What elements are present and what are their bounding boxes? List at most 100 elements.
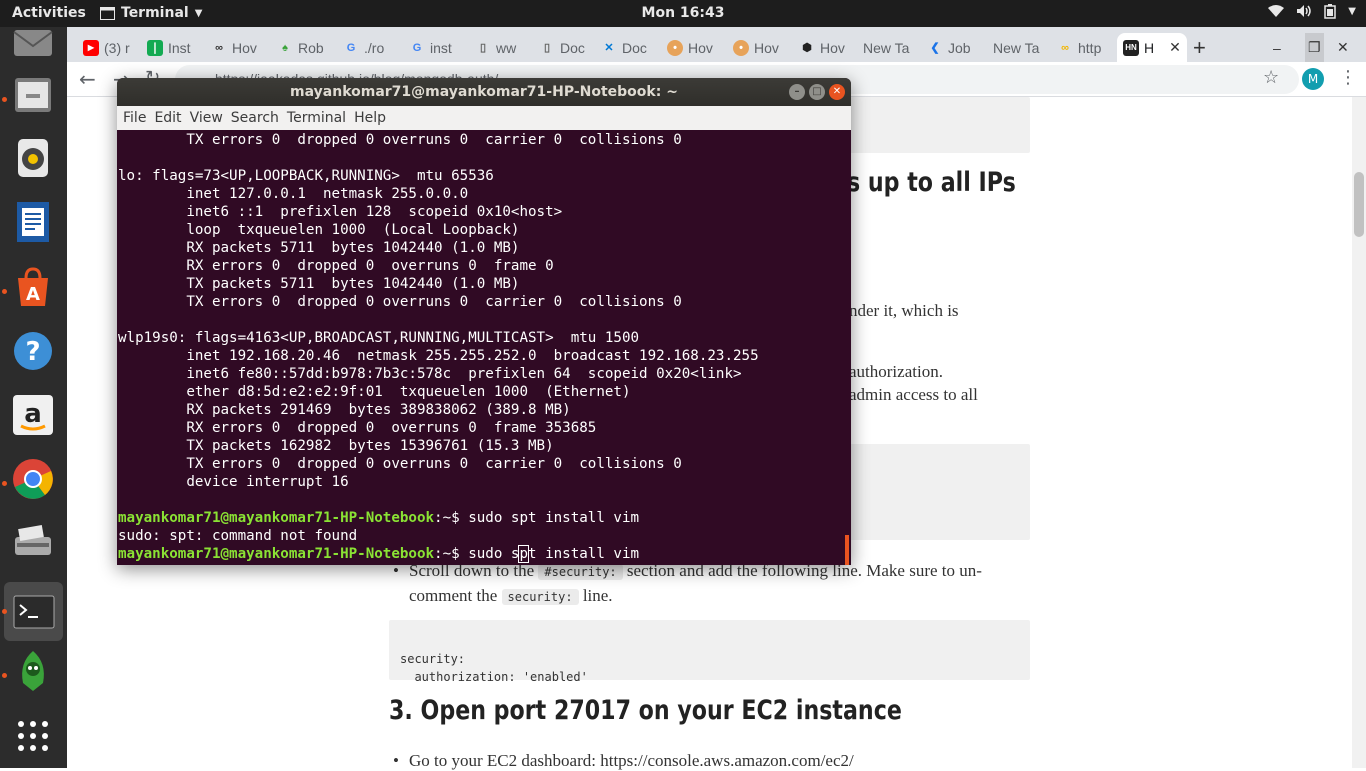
menu-file[interactable]: File — [123, 110, 154, 126]
menu-edit[interactable]: Edit — [154, 110, 189, 126]
code-line: security: — [400, 652, 466, 666]
writer-icon[interactable] — [8, 197, 58, 247]
bullet-item: • Go to your EC2 dashboard: https://cons… — [393, 751, 854, 770]
clock[interactable]: Mon 16:43 — [0, 5, 1366, 21]
menu-terminal[interactable]: Terminal — [287, 110, 354, 126]
prompt-suffix: :~$ — [434, 510, 469, 526]
code-line: authorization: 'enabled' — [400, 670, 588, 684]
running-indicator — [2, 97, 7, 102]
svg-text:?: ? — [25, 337, 40, 367]
cc-icon: ∞ — [1061, 41, 1069, 54]
volume-icon — [1296, 4, 1312, 23]
hn-icon: HN — [1123, 39, 1139, 56]
mongodb-icon: ❘ — [147, 39, 163, 56]
files-icon[interactable] — [8, 70, 58, 120]
terminal-menubar: File Edit View Search Terminal Help — [117, 106, 851, 130]
scrollbar-thumb[interactable] — [1354, 172, 1364, 237]
tab-vscode[interactable]: ✕ Doc — [601, 33, 653, 62]
robo3t-icon[interactable] — [8, 646, 58, 696]
minimize-icon[interactable]: – — [789, 84, 805, 100]
tab-hov-3[interactable]: ⬢ Hov — [799, 33, 851, 62]
tab-job[interactable]: ❮ Job — [927, 33, 979, 62]
close-icon[interactable]: ✕ — [829, 84, 845, 100]
section-heading: s up to all IPs — [847, 167, 1016, 198]
maximize-icon[interactable]: □ — [809, 84, 825, 100]
close-window-icon[interactable]: ✕ — [1337, 33, 1349, 62]
running-indicator — [2, 481, 7, 486]
prompt: mayankomar71@mayankomar71-HP-Notebook — [118, 510, 435, 526]
chevron-down-icon: ▼ — [1348, 6, 1356, 17]
gnome-top-bar: Activities Terminal ▼ Mon 16:43 ▼ — [0, 0, 1366, 27]
profile-avatar[interactable]: M — [1302, 68, 1324, 90]
tab-http[interactable]: ∞ http — [1057, 33, 1111, 62]
battery-icon — [1324, 4, 1337, 23]
inline-code: security: — [501, 589, 579, 605]
output-line: RX packets 5711 bytes 1042440 (1.0 MB) — [118, 240, 520, 256]
tab-hov-2[interactable]: • Hov — [733, 33, 785, 62]
output-line: loop txqueuelen 1000 (Local Loopback) — [118, 222, 520, 238]
wifi-icon — [1268, 4, 1285, 23]
chrome-tab-strip: ▶ (3) r ❘ Inst ∞ Hov ♠ Rob G ./ro Ginst ▯ ww ▯… — [67, 27, 1366, 62]
robo3t-icon: ♠ — [282, 41, 288, 54]
google-icon: G — [412, 41, 422, 54]
menu-help[interactable]: Help — [354, 110, 394, 126]
bullet-item: • Scroll down to the #security: section … — [393, 561, 982, 605]
tab-new-1[interactable]: New Ta — [863, 33, 919, 62]
scanner-icon[interactable] — [8, 518, 58, 568]
menu-search[interactable]: Search — [231, 110, 287, 126]
output-line: TX errors 0 dropped 0 overruns 0 carrier… — [118, 456, 682, 472]
software-icon[interactable]: A — [8, 262, 58, 312]
output-line: inet6 fe80::57dd:b978:7b3c:578c prefixle… — [118, 366, 742, 382]
terminal-window[interactable]: mayankomar71@mayankomar71-HP-Notebook: ~… — [117, 78, 851, 565]
running-indicator — [2, 609, 7, 614]
output-line: device interrupt 16 — [118, 474, 349, 490]
terminal-title: mayankomar71@mayankomar71-HP-Notebook: ~ — [290, 84, 678, 100]
close-tab-icon[interactable]: ✕ — [1169, 39, 1181, 56]
minimize-icon[interactable]: – — [1273, 33, 1281, 62]
amazon-icon[interactable]: a — [8, 390, 58, 440]
tab-hackerrank[interactable]: ∞ Hov — [211, 33, 263, 62]
google-icon: G — [346, 41, 356, 54]
output-line: lo: flags=73<UP,LOOPBACK,RUNNING> mtu 65… — [118, 168, 494, 184]
system-tray[interactable]: ▼ — [1268, 4, 1356, 23]
back-icon[interactable]: ← — [79, 67, 96, 91]
help-icon[interactable]: ? — [8, 326, 58, 376]
bookmark-star-icon[interactable]: ☆ — [1263, 67, 1279, 88]
tab-google-2[interactable]: Ginst — [409, 33, 461, 62]
page-scrollbar[interactable] — [1352, 97, 1366, 768]
svg-text:A: A — [26, 284, 40, 305]
output-line: wlp19s0: flags=4163<UP,BROADCAST,RUNNING… — [118, 330, 640, 346]
section-heading: 3. Open port 27017 on your EC2 instance — [389, 695, 902, 726]
output-line: RX packets 291469 bytes 389838062 (389.8… — [118, 402, 571, 418]
tab-doc-2[interactable]: ▯ Doc — [539, 33, 591, 62]
rhythmbox-icon[interactable] — [8, 133, 58, 183]
document-icon: ▯ — [479, 42, 487, 54]
tab-robo[interactable]: ♠ Rob — [277, 33, 329, 62]
tab-mongodb[interactable]: ❘ Inst — [147, 33, 199, 62]
output-line: inet6 ::1 prefixlen 128 scopeid 0x10<hos… — [118, 204, 563, 220]
terminal-icon[interactable] — [4, 582, 63, 641]
tab-doc-1[interactable]: ▯ ww — [475, 33, 527, 62]
dock: A ? a — [0, 27, 67, 768]
kebab-menu-icon[interactable]: ⋮ — [1339, 67, 1357, 88]
terminal-output[interactable]: TX errors 0 dropped 0 overruns 0 carrier… — [117, 130, 851, 565]
k-icon: ❮ — [930, 42, 940, 54]
tab-hov-1[interactable]: • Hov — [667, 33, 719, 62]
apps-grid-icon[interactable] — [8, 711, 58, 761]
tab-active[interactable]: HN H ✕ — [1117, 33, 1187, 62]
terminal-titlebar[interactable]: mayankomar71@mayankomar71-HP-Notebook: ~… — [117, 78, 851, 106]
chrome-icon[interactable] — [8, 454, 58, 504]
email-icon[interactable] — [8, 15, 58, 65]
new-tab-button[interactable]: + — [1193, 33, 1213, 62]
tab-google-1[interactable]: G ./ro — [343, 33, 395, 62]
tab-new-2[interactable]: New Ta — [993, 33, 1049, 62]
restore-icon[interactable]: ❐ — [1305, 33, 1324, 62]
terminal-scrollbar[interactable] — [845, 535, 849, 565]
command-line[interactable]: mayankomar71@mayankomar71-HP-Notebook:~$… — [118, 545, 851, 563]
output-line: inet 192.168.20.46 netmask 255.255.252.0… — [118, 348, 759, 364]
output-line: ether d8:5d:e2:e2:9f:01 txqueuelen 1000 … — [118, 384, 631, 400]
paragraph-text: authorization. — [849, 362, 943, 381]
hackerrank-icon: ∞ — [215, 41, 223, 54]
menu-view[interactable]: View — [190, 110, 231, 126]
tab-youtube[interactable]: ▶ (3) r — [83, 33, 135, 62]
